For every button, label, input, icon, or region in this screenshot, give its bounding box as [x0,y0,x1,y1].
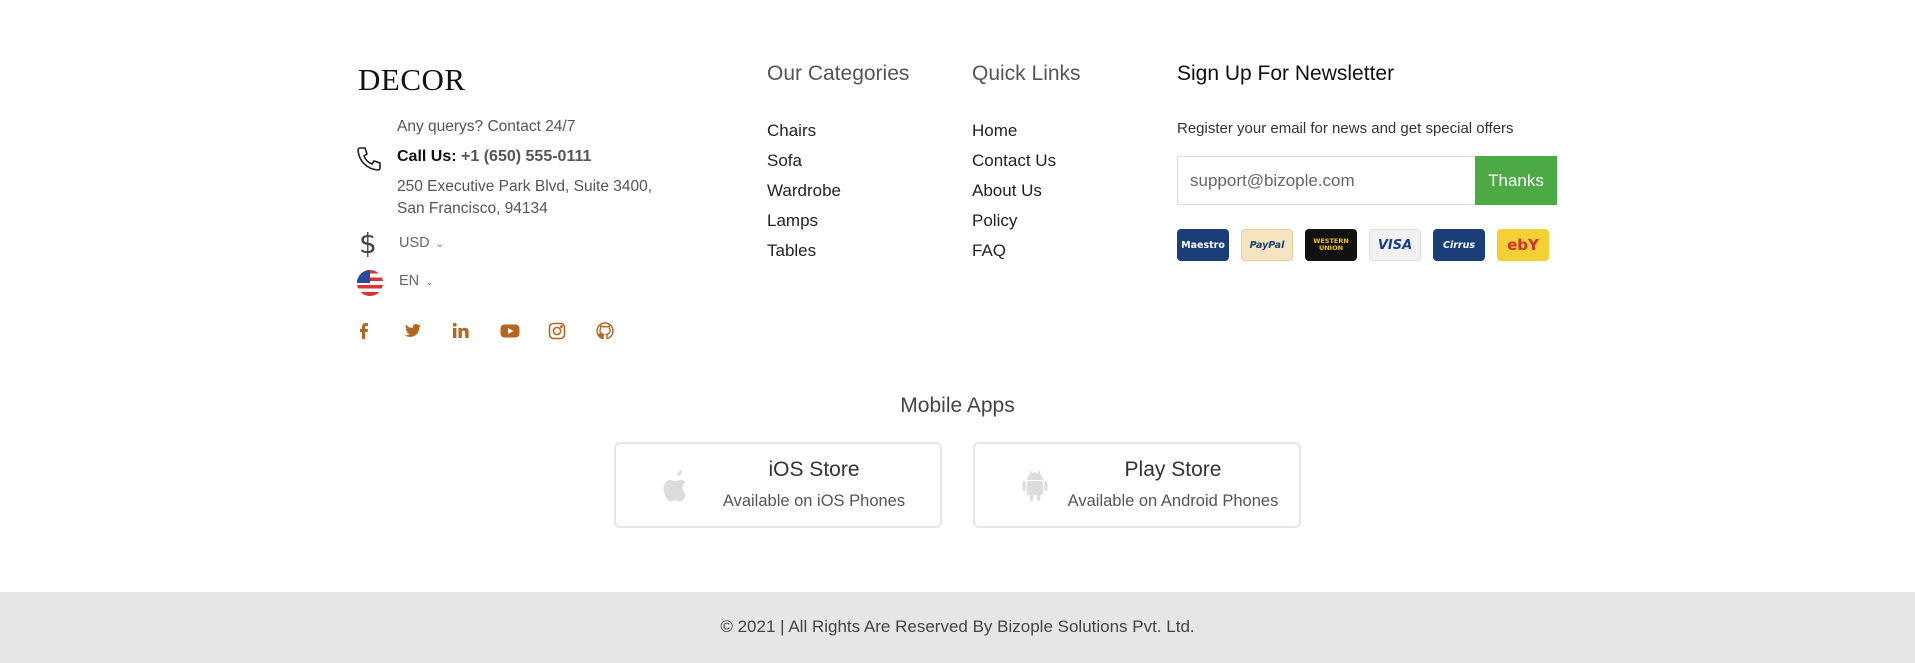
category-link-tables[interactable]: Tables [767,241,841,271]
phone-number[interactable]: +1 (650) 555-0111 [461,148,591,165]
instagram-icon[interactable] [548,322,596,340]
newsletter-submit-button[interactable]: Thanks [1475,156,1557,205]
facebook-icon[interactable] [356,322,404,340]
play-store-button[interactable]: Play Store Available on Android Phones [973,442,1301,528]
currency-value: USD [399,235,430,251]
call-label: Call Us: [397,148,457,165]
categories-title: Our Categories [767,62,910,85]
category-link-wardrobe[interactable]: Wardrobe [767,181,841,211]
play-store-name: Play Store [1124,458,1222,481]
quick-link-contact-us[interactable]: Contact Us [972,151,1056,181]
ios-store-sub: Available on iOS Phones [722,492,906,510]
quick-link-policy[interactable]: Policy [972,211,1056,241]
address: 250 Executive Park Blvd, Suite 3400, San… [397,176,652,220]
visa-card-icon: VISA [1369,229,1421,261]
social-links [356,322,644,340]
category-link-sofa[interactable]: Sofa [767,151,841,181]
mobile-apps-title: Mobile Apps [900,394,1015,417]
logo-text: DECOR [358,62,466,97]
quick-links-list: Home Contact Us About Us Policy FAQ [972,121,1056,271]
newsletter-note: Register your email for news and get spe… [1177,120,1514,137]
quick-links-title: Quick Links [972,62,1081,85]
cirrus-card-icon: Cirrus [1433,229,1485,261]
quick-link-about-us[interactable]: About Us [972,181,1056,211]
ios-store-button[interactable]: iOS Store Available on iOS Phones [614,442,942,528]
category-link-lamps[interactable]: Lamps [767,211,841,241]
phone-icon [354,144,384,174]
quick-link-faq[interactable]: FAQ [972,241,1056,271]
newsletter-email-input[interactable] [1177,156,1475,205]
brand-logo[interactable]: DECOR [358,62,466,98]
address-line-1: 250 Executive Park Blvd, Suite 3400, [397,178,653,195]
chevron-down-icon: ⌄ [435,239,445,250]
categories-list: Chairs Sofa Wardrobe Lamps Tables [767,121,841,271]
chevron-down-icon: ⌄ [425,277,434,288]
newsletter-form: Thanks [1177,156,1557,205]
language-value: EN [399,273,420,289]
category-link-chairs[interactable]: Chairs [767,121,841,151]
contact-note: Any querys? Contact 24/7 [397,118,576,135]
quick-link-home[interactable]: Home [972,121,1056,151]
ios-store-name: iOS Store [768,458,860,481]
github-icon[interactable] [596,322,644,340]
call-us: Call Us: +1 (650) 555-0111 [397,148,591,166]
dollar-icon: $ [359,227,377,260]
youtube-icon[interactable] [500,322,548,340]
twitter-icon[interactable] [404,322,452,340]
payment-cards: Maestro PayPal WESTERN UNION VISA Cirrus… [1177,229,1549,261]
address-line-2: San Francisco, 94134 [397,200,548,217]
copyright-text: © 2021 | All Rights Are Reserved By Bizo… [720,617,1195,636]
us-flag-icon [357,270,383,296]
maestro-card-icon: Maestro [1177,229,1229,261]
play-store-sub: Available on Android Phones [1067,492,1279,510]
newsletter-title: Sign Up For Newsletter [1177,62,1395,85]
paypal-card-icon: PayPal [1241,229,1293,261]
western-union-card-icon: WESTERN UNION [1305,229,1357,261]
language-selector[interactable]: EN ⌄ [399,273,434,289]
currency-selector[interactable]: USD ⌄ [399,235,444,251]
ebay-card-icon: ebY [1497,229,1549,261]
linkedin-icon[interactable] [452,322,500,340]
